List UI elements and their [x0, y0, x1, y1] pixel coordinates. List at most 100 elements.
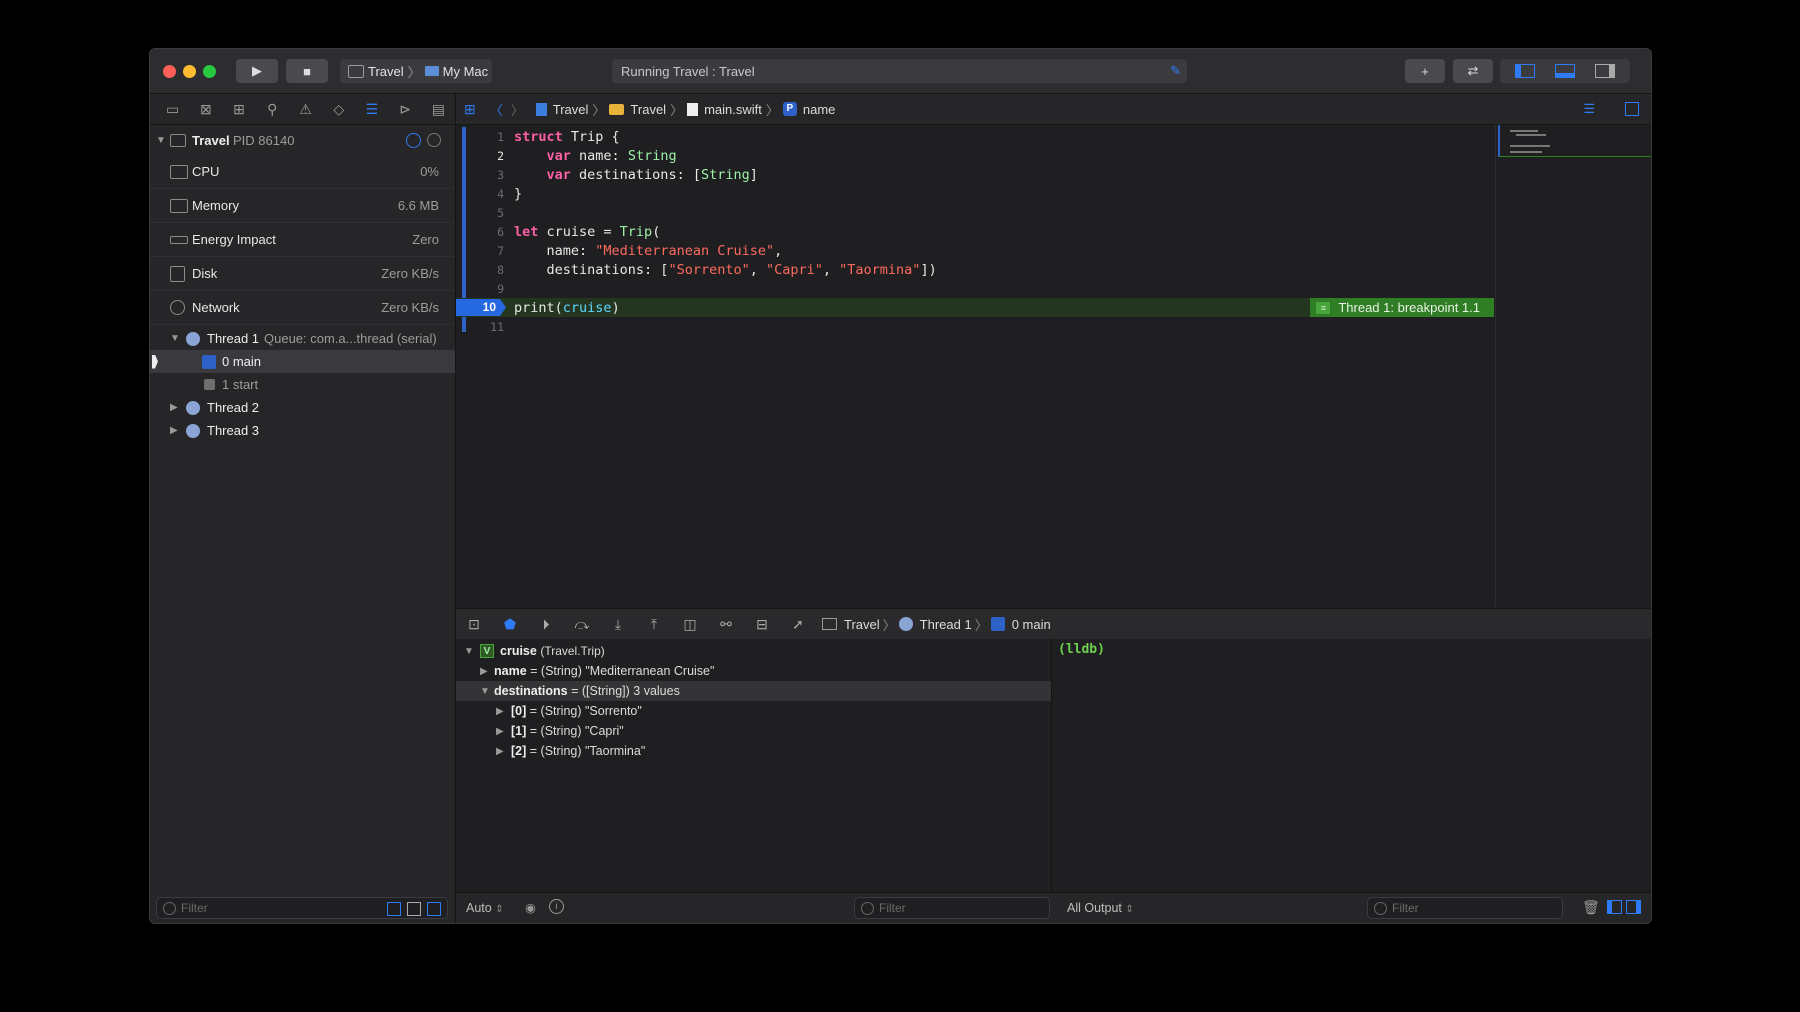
- console-output-select[interactable]: All Output ⇕: [1067, 901, 1134, 915]
- disclosure-down-icon[interactable]: ▼: [480, 686, 490, 697]
- memory-graph-icon[interactable]: ⚯: [708, 616, 744, 633]
- options-icon[interactable]: [427, 133, 441, 147]
- console-pane-toggle-icon[interactable]: [1626, 900, 1641, 914]
- test-icon[interactable]: ◇: [322, 101, 355, 118]
- console-view[interactable]: (lldb): [1052, 639, 1651, 893]
- navigator-filter-input[interactable]: Filter: [156, 897, 448, 919]
- queue-filter-icon[interactable]: [407, 902, 421, 916]
- variables-pane-toggle-icon[interactable]: [1607, 900, 1622, 914]
- thread-icon: [186, 331, 200, 346]
- stack-frame-1[interactable]: 1 start: [150, 373, 455, 396]
- info-icon[interactable]: i: [549, 899, 564, 914]
- environment-overrides-icon[interactable]: ⊟: [744, 616, 780, 633]
- updown-chevron-icon: ⇕: [495, 904, 504, 915]
- warning-icon[interactable]: ⚠: [289, 101, 322, 118]
- disclosure-right-icon[interactable]: ▶: [170, 425, 178, 436]
- disclosure-right-icon[interactable]: ▶: [496, 726, 504, 737]
- breakpoints-toggle-icon[interactable]: ⬟: [492, 616, 528, 633]
- frame-filter-icon[interactable]: [427, 902, 441, 916]
- variable-row[interactable]: ▶ [1] = (String) "Capri": [456, 721, 1051, 741]
- jump-item-group[interactable]: Travel: [630, 102, 666, 117]
- jump-bar: ⊞ 〈 〉 Travel 〉 Travel 〉 main.swift 〉 P n…: [456, 94, 1651, 125]
- thread-row-3[interactable]: ▶ Thread 3: [150, 419, 455, 442]
- variable-name: [1]: [511, 724, 527, 738]
- disclosure-right-icon[interactable]: ▶: [480, 666, 488, 677]
- variable-row[interactable]: ▶ name = (String) "Mediterranean Cruise": [456, 661, 1051, 681]
- debug-gauge-icon[interactable]: [406, 132, 421, 148]
- chevron-right-icon: 〉: [592, 102, 606, 118]
- step-out-icon[interactable]: ⤒: [636, 616, 672, 633]
- folder-icon[interactable]: ▭: [156, 101, 189, 118]
- debug-path-frame[interactable]: 0 main: [1012, 617, 1051, 632]
- project-icon: [535, 102, 547, 116]
- gauge-memory[interactable]: Memory 6.6 MB: [150, 189, 455, 223]
- disclosure-down-icon[interactable]: ▼: [156, 135, 166, 146]
- stack-frame-0[interactable]: 0 main: [150, 350, 455, 373]
- view-hierarchy-icon[interactable]: ◫: [672, 616, 708, 633]
- code-review-button[interactable]: ⇄: [1453, 59, 1493, 83]
- continue-icon[interactable]: ⏵: [528, 616, 564, 633]
- library-button[interactable]: +: [1405, 59, 1445, 83]
- navigator-toggle-icon[interactable]: [1515, 64, 1535, 78]
- scheme-selector[interactable]: Travel 〉 My Mac: [340, 59, 492, 83]
- debug-navigator-icon[interactable]: ☰: [355, 101, 388, 118]
- jump-item-project[interactable]: Travel: [553, 102, 589, 117]
- step-over-icon[interactable]: ⤼: [564, 616, 600, 633]
- variable-row[interactable]: ▶ [2] = (String) "Taormina": [456, 741, 1051, 761]
- forward-icon[interactable]: 〉: [511, 100, 524, 119]
- source-control-icon[interactable]: ⊠: [189, 101, 222, 118]
- navigator-selector-bar: ▭ ⊠ ⊞ ⚲ ⚠ ◇ ☰ ⊳ ▤: [150, 94, 455, 125]
- run-button[interactable]: ▶: [236, 59, 278, 83]
- jump-item-file[interactable]: main.swift: [704, 102, 762, 117]
- close-window-button[interactable]: [163, 65, 176, 78]
- minimap[interactable]: [1495, 125, 1651, 607]
- thread-filter-icon[interactable]: [387, 902, 401, 916]
- variable-row[interactable]: ▼ destinations = ([String]) 3 values: [456, 681, 1051, 701]
- hide-debug-area-icon[interactable]: ⊡: [456, 616, 492, 633]
- inspector-toggle-icon[interactable]: [1595, 64, 1615, 78]
- quick-look-icon[interactable]: ◉: [525, 900, 536, 915]
- disclosure-down-icon[interactable]: ▼: [170, 333, 180, 344]
- gauge-label: Disk: [192, 266, 218, 281]
- disclosure-down-icon[interactable]: ▼: [464, 646, 474, 657]
- variables-filter-input[interactable]: Filter: [854, 897, 1050, 919]
- current-frame-marker-icon: [152, 354, 158, 369]
- minimize-window-button[interactable]: [183, 65, 196, 78]
- breakpoint-navigator-icon[interactable]: ⊳: [389, 101, 422, 118]
- search-icon[interactable]: ⚲: [256, 101, 289, 118]
- stop-button[interactable]: ■: [286, 59, 328, 83]
- symbol-icon[interactable]: ⊞: [222, 101, 255, 118]
- variable-row[interactable]: ▶ [0] = (String) "Sorrento": [456, 701, 1051, 721]
- editor-options-icon[interactable]: ☰: [1583, 101, 1595, 117]
- add-editor-icon[interactable]: [1625, 102, 1639, 116]
- process-row[interactable]: ▼ Travel PID 86140: [150, 125, 455, 155]
- variable-row-cruise[interactable]: ▼ V cruise (Travel.Trip): [456, 641, 1051, 661]
- zoom-window-button[interactable]: [203, 65, 216, 78]
- string-literal: "Mediterranean Cruise": [595, 242, 775, 259]
- thread-row-1[interactable]: ▼ Thread 1 Queue: com.a...thread (serial…: [150, 327, 455, 350]
- debug-area-toggle-icon[interactable]: [1555, 64, 1575, 78]
- trash-icon[interactable]: 🗑: [1582, 899, 1600, 916]
- breakpoint-marker[interactable]: 10: [456, 299, 506, 316]
- related-items-icon[interactable]: ⊞: [464, 101, 476, 118]
- disclosure-right-icon[interactable]: ▶: [496, 746, 504, 757]
- step-into-icon[interactable]: ⤓: [600, 616, 636, 633]
- jump-item-symbol[interactable]: name: [803, 102, 836, 117]
- report-icon[interactable]: ▤: [422, 101, 455, 118]
- gauge-network[interactable]: Network Zero KB/s: [150, 291, 455, 325]
- debug-path-thread[interactable]: Thread 1: [920, 617, 972, 632]
- variables-scope-select[interactable]: Auto ⇕: [466, 901, 504, 915]
- user-code-icon: [990, 617, 1005, 631]
- process-pid: PID 86140: [233, 132, 295, 148]
- debug-path-process[interactable]: Travel: [844, 617, 880, 632]
- simulate-location-icon[interactable]: ➚: [780, 616, 816, 633]
- thread-row-2[interactable]: ▶ Thread 2: [150, 396, 455, 419]
- gauge-disk[interactable]: Disk Zero KB/s: [150, 257, 455, 291]
- disclosure-right-icon[interactable]: ▶: [170, 402, 178, 413]
- gauge-energy[interactable]: Energy Impact Zero: [150, 223, 455, 257]
- console-filter-input[interactable]: Filter: [1367, 897, 1563, 919]
- gauge-cpu[interactable]: CPU 0%: [150, 155, 455, 189]
- code-area[interactable]: 1 struct Trip { 2 var name: String 3 var…: [456, 125, 1494, 607]
- back-icon[interactable]: 〈: [490, 100, 503, 119]
- disclosure-right-icon[interactable]: ▶: [496, 706, 504, 717]
